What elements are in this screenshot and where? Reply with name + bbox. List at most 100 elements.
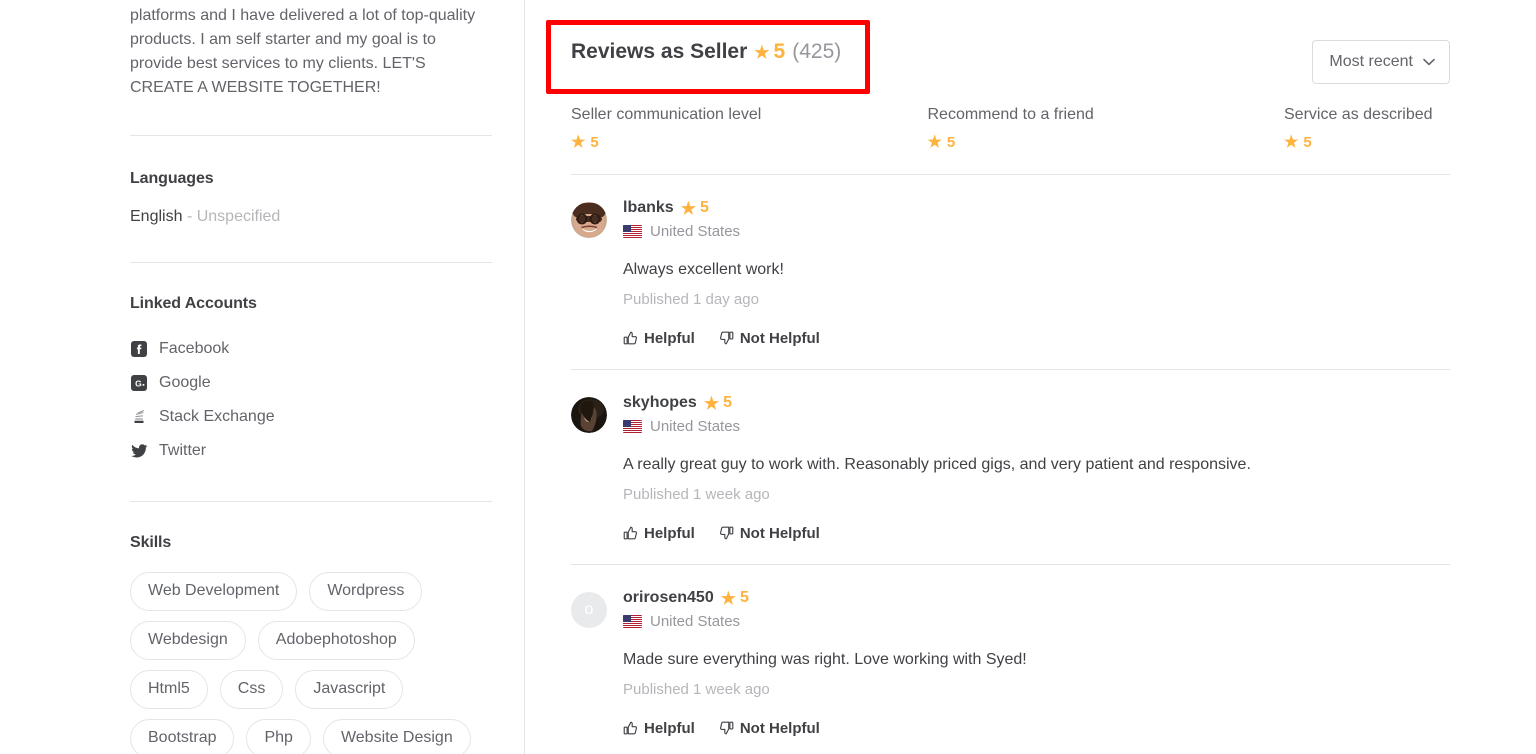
not-helpful-button[interactable]: Not Helpful: [719, 720, 820, 737]
helpful-button[interactable]: Helpful: [623, 330, 695, 347]
language-name: English: [130, 208, 183, 225]
skill-tag[interactable]: Css: [219, 670, 284, 709]
reviews-panel: Reviews as Seller ★ 5 (425) Most recent …: [525, 0, 1536, 754]
languages-title: Languages: [130, 170, 214, 187]
reviews-metrics: Seller communication level ★ 5 Recommend…: [571, 106, 1450, 175]
svg-text:G: G: [135, 378, 142, 388]
profile-sidebar: platforms and I have delivered a lot of …: [0, 0, 525, 754]
review-author-name[interactable]: lbanks: [623, 199, 674, 217]
linked-account-stack-exchange[interactable]: Stack Exchange: [130, 400, 499, 434]
star-icon: ★: [720, 588, 736, 608]
not-helpful-label: Not Helpful: [739, 525, 820, 542]
review-rating: ★ 5: [721, 589, 749, 607]
language-separator: -: [186, 208, 193, 225]
skill-tag[interactable]: Web Development: [130, 572, 298, 611]
avatar[interactable]: [571, 397, 607, 433]
review-author-name[interactable]: skyhopes: [623, 394, 697, 412]
twitter-icon: [130, 442, 148, 460]
thumbs-up-icon: [623, 331, 638, 346]
metric-score: ★ 5: [1284, 132, 1450, 152]
linked-account-facebook[interactable]: Facebook: [130, 332, 499, 366]
linked-account-twitter[interactable]: Twitter: [130, 434, 499, 468]
star-icon: ★: [703, 393, 720, 413]
chevron-down-icon: [1423, 58, 1435, 66]
stack-exchange-icon: [130, 408, 148, 426]
helpful-button[interactable]: Helpful: [623, 720, 695, 737]
review-country: United States: [623, 613, 1450, 630]
language-level: Unspecified: [196, 208, 281, 225]
thumbs-down-icon: [719, 721, 734, 736]
reviews-sort-selected-value: Most recent: [1329, 53, 1413, 70]
seller-bio-text: platforms and I have delivered a lot of …: [130, 7, 476, 96]
review-rating-value: 5: [699, 199, 709, 216]
skill-tag[interactable]: Php: [246, 719, 311, 754]
skills-tag-list: Web Development Wordpress Webdesign Adob…: [130, 572, 500, 754]
review-country: United States: [623, 418, 1450, 435]
languages-section: Languages English - Unspecified: [130, 136, 499, 226]
review-rating-value: 5: [739, 589, 749, 606]
star-icon: ★: [571, 134, 586, 151]
skill-tag[interactable]: Wordpress: [309, 572, 423, 611]
review-body: skyhopes ★ 5 United States A really grea…: [623, 394, 1450, 542]
review-author-row: skyhopes ★ 5: [623, 394, 1450, 412]
linked-account-label: Twitter: [159, 442, 207, 459]
metric-label: Recommend to a friend: [927, 106, 1094, 123]
skill-tag[interactable]: Javascript: [295, 670, 404, 709]
skill-tag[interactable]: Html5: [130, 670, 208, 709]
reviews-header: Reviews as Seller ★ 5 (425) Most recent: [571, 0, 1450, 84]
reviews-count: (425): [792, 40, 842, 63]
skill-tag[interactable]: Website Design: [322, 719, 471, 754]
reviews-sort-dropdown[interactable]: Most recent: [1312, 40, 1450, 84]
reviews-heading: Reviews as Seller ★ 5 (425): [571, 40, 841, 64]
review-country-label: United States: [650, 223, 741, 240]
us-flag-icon: [623, 420, 642, 433]
review-country-label: United States: [650, 418, 741, 435]
thumbs-up-icon: [623, 526, 638, 541]
helpful-button[interactable]: Helpful: [623, 525, 695, 542]
review-author-name[interactable]: orirosen450: [623, 589, 714, 607]
review-body: lbanks ★ 5 United States Always excellen…: [623, 199, 1450, 347]
metric-score-value: 5: [590, 133, 599, 151]
skill-tag[interactable]: Adobephotoshop: [257, 621, 415, 660]
review-published: Published 1 day ago: [623, 291, 759, 308]
avatar-initial: o: [584, 601, 594, 618]
linked-account-google[interactable]: G Google: [130, 366, 499, 400]
avatar[interactable]: [571, 202, 607, 238]
review-text: Made sure everything was right. Love wor…: [623, 651, 1027, 668]
thumbs-down-icon: [719, 331, 734, 346]
google-icon: G: [130, 374, 148, 392]
not-helpful-button[interactable]: Not Helpful: [719, 330, 820, 347]
review-author-row: orirosen450 ★ 5: [623, 589, 1450, 607]
metric-score: ★ 5: [928, 132, 1285, 152]
linked-accounts-section: Linked Accounts Facebook G Google Stack …: [130, 263, 499, 468]
skills-title: Skills: [130, 534, 172, 551]
language-item-english: English - Unspecified: [130, 208, 499, 226]
helpful-label: Helpful: [644, 720, 695, 737]
review-actions: Helpful Not Helpful: [623, 525, 1450, 542]
avatar[interactable]: o: [571, 592, 607, 628]
review-rating-value: 5: [723, 394, 732, 411]
skill-tag[interactable]: Webdesign: [130, 621, 246, 660]
helpful-label: Helpful: [644, 330, 695, 347]
review-country-label: United States: [650, 613, 741, 630]
review-text: A really great guy to work with. Reasona…: [623, 456, 1251, 473]
star-icon: ★: [1284, 134, 1299, 151]
metric-seller-communication-level: Seller communication level ★ 5: [571, 106, 928, 152]
reviews-rating: ★ 5: [754, 40, 785, 64]
reviews-rating-value: 5: [773, 40, 786, 63]
not-helpful-button[interactable]: Not Helpful: [719, 525, 820, 542]
profile-reviews-page: platforms and I have delivered a lot of …: [0, 0, 1536, 754]
review-published: Published 1 week ago: [623, 681, 770, 698]
metric-score-value: 5: [1303, 133, 1312, 151]
linked-account-label: Google: [159, 374, 211, 391]
linked-account-label: Facebook: [159, 340, 230, 357]
review-text: Always excellent work!: [623, 261, 784, 278]
avatar-photo: [571, 397, 607, 433]
skill-tag[interactable]: Bootstrap: [130, 719, 235, 754]
metric-service-as-described: Service as described ★ 5: [1284, 106, 1450, 152]
review-country: United States: [623, 223, 1450, 240]
skills-section: Skills Web Development Wordpress Webdesi…: [130, 502, 499, 754]
avatar-photo: [571, 202, 607, 238]
thumbs-up-icon: [623, 721, 638, 736]
metric-label: Service as described: [1284, 106, 1433, 123]
